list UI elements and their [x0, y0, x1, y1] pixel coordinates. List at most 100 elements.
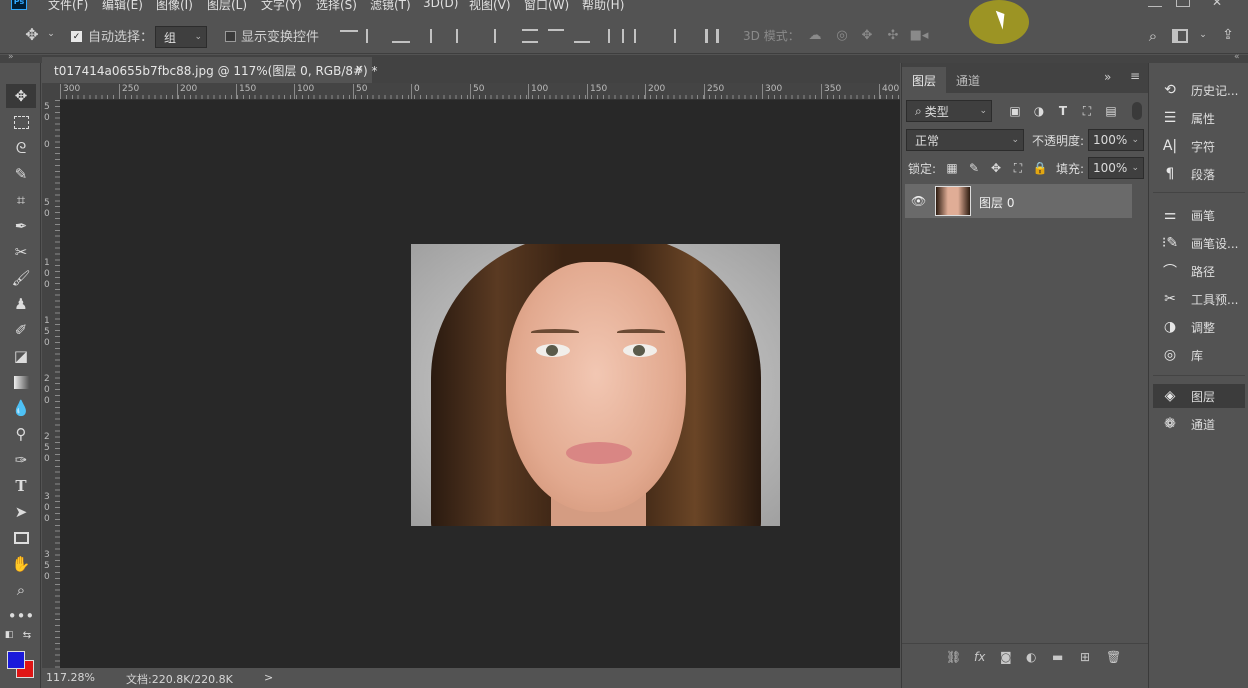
default-colors-icon[interactable]: ◧: [2, 629, 16, 641]
distribute-bottom-icon[interactable]: [574, 29, 590, 43]
menu-3d[interactable]: 3D(D): [423, 0, 458, 10]
filter-type-icon[interactable]: T: [1054, 103, 1072, 119]
menu-filter[interactable]: 滤镜(T): [370, 0, 411, 12]
tab-layers[interactable]: 图层: [902, 67, 947, 93]
new-group-icon[interactable]: ▬: [1052, 650, 1063, 664]
lock-artboard-icon[interactable]: ⛶: [1010, 160, 1026, 176]
lock-pixels-icon[interactable]: ✎: [966, 160, 982, 176]
document-tab[interactable]: t017414a0655b7fbc88.jpg @ 117%(图层 0, RGB…: [42, 57, 378, 83]
minimize-button[interactable]: [1148, 0, 1162, 7]
align-vcenter-icon[interactable]: [366, 29, 384, 43]
menu-file[interactable]: 文件(F): [48, 0, 88, 12]
lasso-tool-icon[interactable]: ᘓ: [6, 136, 36, 160]
auto-select-dropdown[interactable]: 组 ⌄: [155, 26, 207, 48]
delete-layer-icon[interactable]: 🗑: [1106, 650, 1121, 664]
collapse-panel-icon[interactable]: »: [1104, 70, 1111, 84]
menu-select[interactable]: 选择(S): [316, 0, 357, 12]
dock-item-adjustments[interactable]: ◑ 调整: [1153, 315, 1245, 339]
dock-item-layers[interactable]: ◈ 图层: [1153, 384, 1245, 408]
gradient-tool-icon[interactable]: [6, 370, 36, 394]
lock-position-icon[interactable]: ✥: [988, 160, 1004, 176]
close-window-button[interactable]: ✕: [1212, 0, 1226, 9]
filter-smart-object-icon[interactable]: ▤: [1102, 103, 1120, 119]
history-brush-tool-icon[interactable]: ✐: [6, 318, 36, 342]
dock-item-paragraph[interactable]: ¶ 段落: [1153, 162, 1245, 186]
new-layer-icon[interactable]: ⊞: [1080, 650, 1090, 664]
menu-edit[interactable]: 编辑(E): [102, 0, 143, 12]
3d-orbit-icon[interactable]: ☁: [805, 27, 825, 43]
menu-help[interactable]: 帮助(H): [582, 0, 624, 12]
3d-scale-icon[interactable]: ■◂: [909, 27, 929, 43]
menu-layer[interactable]: 图层(L): [207, 0, 247, 12]
workspace-icon[interactable]: [1172, 29, 1188, 43]
align-right-icon[interactable]: [480, 29, 496, 43]
portrait-image[interactable]: [411, 244, 780, 526]
quick-select-tool-icon[interactable]: ✎: [6, 162, 36, 186]
lock-transparency-icon[interactable]: ▦: [944, 160, 960, 176]
swap-colors-icon[interactable]: ⇆: [20, 629, 34, 641]
new-adjustment-layer-icon[interactable]: ◐: [1026, 650, 1036, 664]
dock-item-paths[interactable]: ⌒ 路径: [1153, 259, 1245, 283]
hand-tool-icon[interactable]: ✋: [6, 552, 36, 576]
filter-shape-icon[interactable]: ⛶: [1078, 103, 1096, 119]
zoom-level[interactable]: 117.28%: [46, 671, 95, 684]
rectangle-tool-icon[interactable]: [6, 526, 36, 550]
tab-channels[interactable]: 通道: [946, 67, 990, 93]
layer-name[interactable]: 图层 0: [979, 194, 1014, 211]
dock-item-tool-presets[interactable]: ✂ 工具预...: [1153, 287, 1245, 311]
eraser-tool-icon[interactable]: ◪: [6, 344, 36, 368]
dodge-tool-icon[interactable]: ⚲: [6, 422, 36, 446]
tool-preset-chevron-icon[interactable]: ⌄: [46, 29, 56, 39]
dock-item-brush-settings[interactable]: ⁝✎ 画笔设...: [1153, 231, 1245, 255]
workspace-chevron-icon[interactable]: ⌄: [1198, 29, 1208, 41]
layer-filter-dropdown[interactable]: ⌕ 类型 ⌄: [906, 100, 992, 122]
crop-tool-icon[interactable]: ⌗: [6, 188, 36, 212]
healing-brush-tool-icon[interactable]: ✂: [6, 240, 36, 264]
filter-toggle[interactable]: [1132, 102, 1142, 120]
maximize-button[interactable]: [1176, 0, 1190, 7]
dock-item-libraries[interactable]: ◎ 库: [1153, 343, 1245, 367]
3d-pan-icon[interactable]: ✥: [857, 27, 877, 43]
move-tool-icon[interactable]: ✥: [6, 84, 36, 108]
foreground-color-swatch[interactable]: [7, 651, 25, 669]
dock-item-brushes[interactable]: ⚌ 画笔: [1153, 203, 1245, 227]
distribute-right-icon[interactable]: [660, 29, 676, 43]
fill-input[interactable]: 100% ⌄: [1088, 157, 1144, 179]
share-icon[interactable]: ⇪: [1218, 26, 1238, 44]
blend-mode-dropdown[interactable]: 正常 ⌄: [906, 129, 1024, 151]
close-icon[interactable]: ×: [355, 62, 364, 75]
add-mask-icon[interactable]: ◙: [1000, 650, 1012, 664]
dock-item-history[interactable]: ⟲ 历史记...: [1153, 78, 1245, 102]
dock-item-channels[interactable]: ❁ 通道: [1153, 412, 1245, 436]
align-hcenter-icon[interactable]: [456, 29, 472, 43]
path-select-tool-icon[interactable]: ➤: [6, 500, 36, 524]
distribute-top-icon[interactable]: [522, 29, 538, 43]
more-tools-icon[interactable]: •••: [6, 604, 36, 628]
layer-style-icon[interactable]: fx: [974, 650, 985, 664]
marquee-tool-icon[interactable]: [6, 110, 36, 134]
move-tool-icon[interactable]: ✥: [22, 25, 42, 44]
3d-roll-icon[interactable]: ◎: [832, 27, 852, 43]
3d-slide-icon[interactable]: ✣: [883, 27, 903, 43]
filter-adjustment-icon[interactable]: ◑: [1030, 103, 1048, 119]
visibility-eye-icon[interactable]: 👁: [911, 194, 926, 208]
menu-window[interactable]: 窗口(W): [524, 0, 569, 12]
search-icon[interactable]: ⌕: [1144, 27, 1162, 45]
pen-tool-icon[interactable]: ✑: [6, 448, 36, 472]
lock-all-icon[interactable]: 🔒: [1032, 160, 1048, 176]
status-menu-arrow-icon[interactable]: >: [264, 671, 273, 684]
show-transform-checkbox[interactable]: [225, 31, 236, 42]
expand-toolbar-icon[interactable]: »: [8, 52, 14, 62]
collapse-dock-icon[interactable]: «: [1234, 52, 1240, 62]
type-tool-icon[interactable]: T: [6, 474, 36, 498]
align-top-icon[interactable]: [340, 30, 358, 44]
link-layers-icon[interactable]: ⛓: [946, 650, 961, 664]
clone-stamp-tool-icon[interactable]: ♟: [6, 292, 36, 316]
distribute-hcenter-icon[interactable]: [634, 29, 650, 43]
filter-pixel-icon[interactable]: ▣: [1006, 103, 1024, 119]
layer-row[interactable]: 👁 图层 0: [905, 184, 1132, 218]
blur-tool-icon[interactable]: 💧: [6, 396, 36, 420]
menu-type[interactable]: 文字(Y): [261, 0, 302, 12]
canvas-area[interactable]: [60, 100, 900, 668]
align-bottom-icon[interactable]: [392, 29, 410, 43]
